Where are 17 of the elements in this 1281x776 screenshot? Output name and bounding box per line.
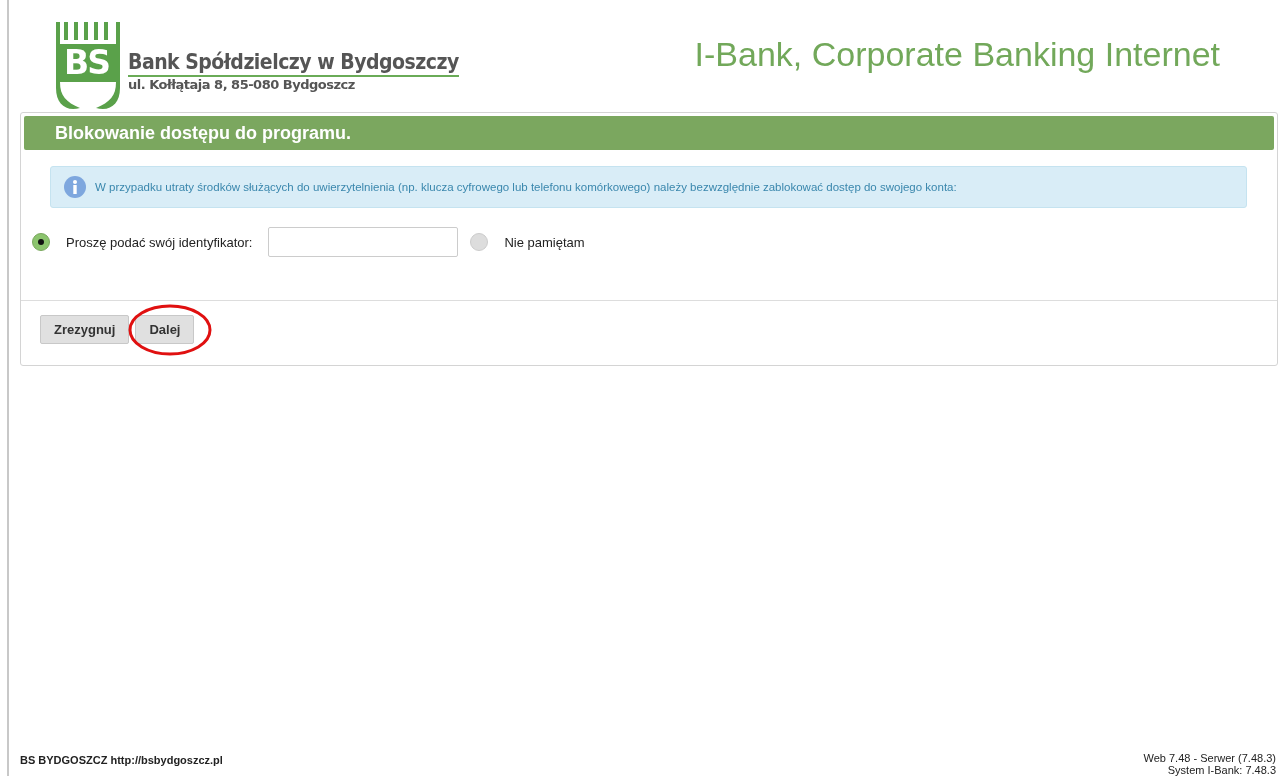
app-title: I-Bank, Corporate Banking Internet bbox=[694, 34, 1220, 74]
version-text: Web 7.48 - Serwer (7.48.3) bbox=[1143, 752, 1276, 764]
logo-letters: BS bbox=[64, 43, 109, 82]
version-text: System I-Bank: 7.48.3 bbox=[1167, 764, 1276, 776]
bank-logo-icon bbox=[54, 22, 122, 112]
option-label: Nie pamiętam bbox=[504, 234, 585, 250]
cancel-button[interactable]: Zrezygnuj bbox=[40, 315, 130, 344]
bank-name: Bank Spółdzielczy w Bydgoszczy bbox=[128, 50, 459, 77]
panel-title: Blokowanie dostępu do programu. bbox=[24, 116, 1274, 150]
radio-button[interactable] bbox=[470, 233, 489, 251]
option-label: Proszę podać swój identyfikator: bbox=[66, 234, 253, 250]
radio-button[interactable] bbox=[32, 233, 50, 251]
info-icon bbox=[63, 175, 87, 199]
bank-address: ul. Kołłątaja 8, 85-080 Bydgoszcz bbox=[128, 77, 356, 92]
info-text: W przypadku utraty środków służących do uwierzytelnienia (np. klucza cyfrowego lub telefonu komórkowego) należy bezwzględnie zablokować dostęp do swojego konta: bbox=[95, 181, 957, 193]
identifier-field[interactable] bbox=[268, 227, 459, 257]
next-button[interactable]: Dalej bbox=[135, 315, 195, 344]
